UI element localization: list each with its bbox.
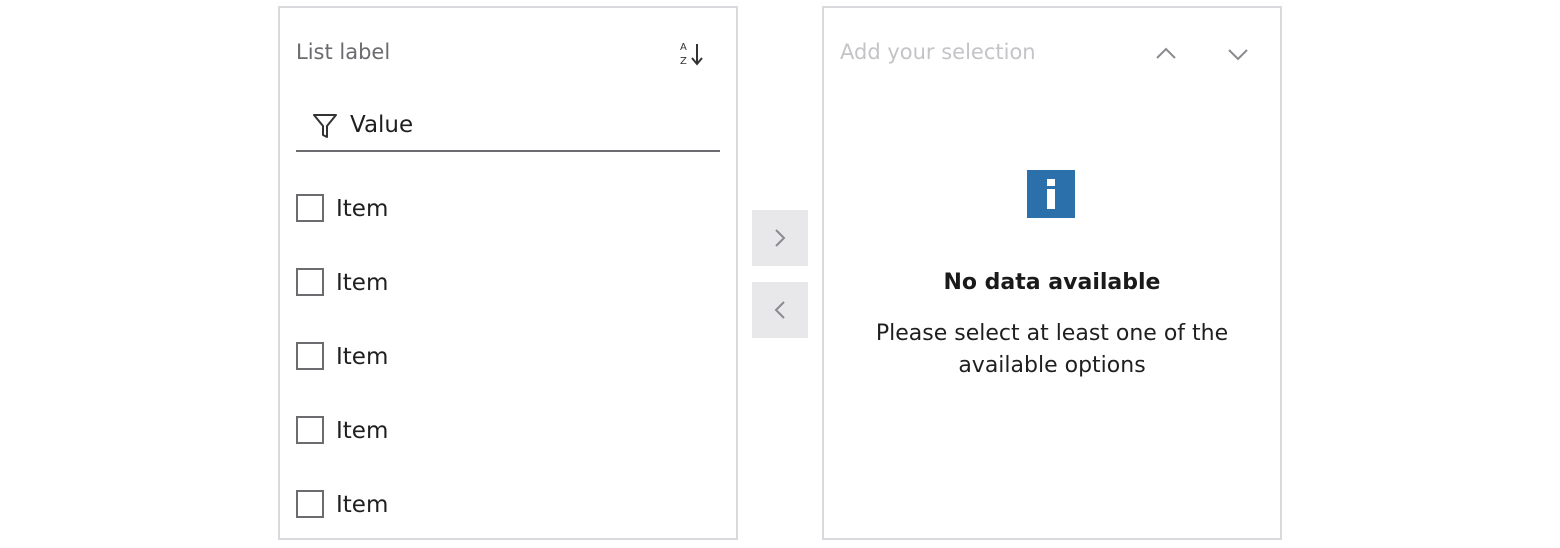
move-up-button[interactable] xyxy=(1148,36,1184,72)
empty-state-message: Please select at least one of the availa… xyxy=(875,321,1229,378)
selection-label: Add your selection xyxy=(840,40,1036,64)
item-label: Item xyxy=(336,344,389,370)
chevron-down-icon xyxy=(1228,49,1248,61)
filter-field xyxy=(296,102,720,152)
info-icon xyxy=(1027,170,1075,218)
list-label: List label xyxy=(296,40,391,64)
item-label: Item xyxy=(336,196,389,222)
move-down-button[interactable] xyxy=(1220,36,1256,72)
source-list-panel: List label A Z Item Item Item Item Item xyxy=(278,6,738,540)
item-checkbox[interactable] xyxy=(296,268,324,296)
list-item[interactable]: Item xyxy=(296,194,596,224)
item-checkbox[interactable] xyxy=(296,490,324,518)
item-checkbox[interactable] xyxy=(296,342,324,370)
chevron-up-icon xyxy=(1156,47,1176,59)
empty-state-title: No data available xyxy=(943,270,1161,295)
sort-button[interactable]: A Z xyxy=(676,38,708,70)
item-checkbox[interactable] xyxy=(296,194,324,222)
sort-az-icon: A Z xyxy=(680,42,703,67)
chevron-left-icon xyxy=(774,301,785,319)
item-label: Item xyxy=(336,418,389,444)
svg-text:A: A xyxy=(680,42,687,53)
chevron-right-icon xyxy=(775,229,786,247)
move-right-button[interactable] xyxy=(752,210,808,266)
list-item[interactable]: Item xyxy=(296,416,596,446)
item-label: Item xyxy=(336,270,389,296)
svg-text:Z: Z xyxy=(680,56,687,67)
list-item[interactable]: Item xyxy=(296,490,596,520)
list-item[interactable]: Item xyxy=(296,268,596,298)
move-left-button[interactable] xyxy=(752,282,808,338)
list-item[interactable]: Item xyxy=(296,342,596,372)
filter-icon xyxy=(313,114,337,138)
item-label: Item xyxy=(336,492,389,518)
selection-list-panel: Add your selection No data available Ple… xyxy=(822,6,1282,540)
filter-input[interactable] xyxy=(350,108,700,142)
item-checkbox[interactable] xyxy=(296,416,324,444)
